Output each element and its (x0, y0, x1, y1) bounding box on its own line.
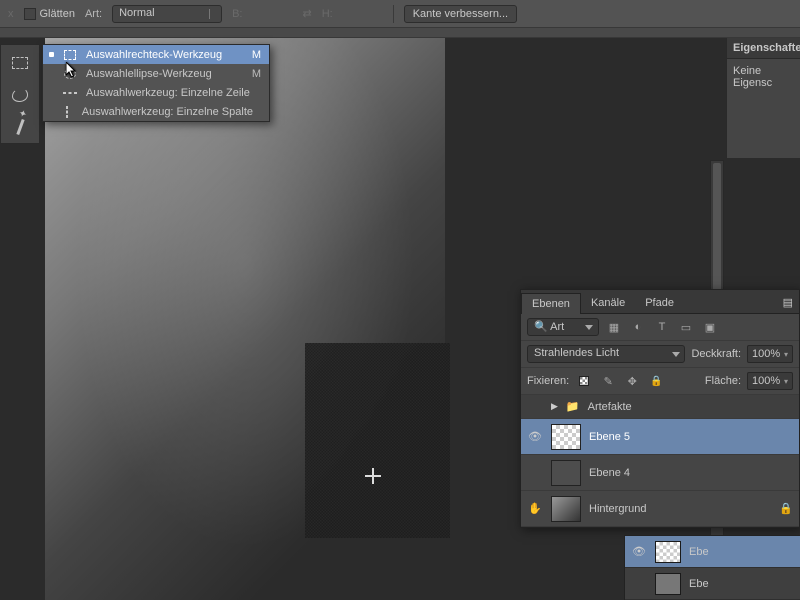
active-dot-icon (49, 52, 54, 57)
height-label: H: (322, 8, 333, 20)
layer-name: Artefakte (588, 401, 632, 413)
flyout-item[interactable]: Auswahlwerkzeug: Einzelne Zeile (43, 83, 269, 102)
tool-icon (62, 50, 78, 60)
layer-thumbnail (655, 541, 681, 563)
layer-thumbnail[interactable] (551, 424, 581, 450)
properties-tab[interactable]: Eigenschaften (727, 38, 800, 59)
layers-filter-row: 🔍 Art ▦ ◐ T ▭ ▣ (521, 314, 799, 341)
lock-all-icon[interactable] (647, 373, 665, 389)
layer-row[interactable]: Ebene 4 (521, 455, 799, 491)
flyout-item[interactable]: Auswahlwerkzeug: Einzelne Spalte (43, 102, 269, 121)
swap-icon: ⇄ (303, 7, 312, 20)
separator (393, 5, 394, 23)
lock-transparency-icon[interactable] (575, 373, 593, 389)
layer-name: Ebe (689, 578, 709, 590)
crosshair-cursor-icon (365, 468, 381, 484)
tab-paths[interactable]: Pfade (635, 293, 684, 313)
style-value: Normal (119, 7, 154, 19)
flyout-item-label: Auswahlwerkzeug: Einzelne Zeile (86, 87, 253, 99)
tab-bar (0, 28, 800, 38)
layer-row[interactable]: 👁 Ebene 5 (521, 419, 799, 455)
collapsed-layer-row[interactable]: 👁 Ebe (625, 536, 800, 568)
filter-pixel-icon[interactable]: ▦ (605, 319, 623, 335)
disclosure-icon[interactable]: ▶ (551, 401, 558, 412)
selection-noise-region (305, 343, 450, 538)
visibility-toggle[interactable] (631, 576, 647, 592)
visibility-toggle[interactable] (527, 465, 543, 481)
filter-smart-icon[interactable]: ▣ (701, 319, 719, 335)
refine-edge-button[interactable]: Kante verbessern... (404, 5, 517, 23)
blend-mode-dropdown[interactable]: Strahlendes Licht (527, 345, 685, 363)
layers-panel: Ebenen Kanäle Pfade ▤ 🔍 Art ▦ ◐ T ▭ ▣ St… (520, 289, 800, 528)
layer-thumbnail[interactable] (551, 460, 581, 486)
lock-icon: 🔒 (779, 502, 793, 515)
width-label: B: (232, 8, 242, 20)
properties-body: Keine Eigensc (727, 59, 800, 95)
flyout-item-label: Auswahlwerkzeug: Einzelne Spalte (82, 106, 253, 118)
panel-menu-icon[interactable]: ▤ (777, 292, 799, 313)
filter-shape-icon[interactable]: ▭ (677, 319, 695, 335)
style-label: Art: (85, 8, 102, 20)
layer-thumbnail (655, 573, 681, 595)
refine-edge-label: Kante verbessern... (413, 8, 508, 20)
lock-label: Fixieren: (527, 375, 569, 387)
tool-preset-label: x (8, 8, 14, 20)
wand-tool-button[interactable] (8, 115, 32, 139)
layer-filter-dropdown[interactable]: 🔍 Art (527, 318, 599, 336)
folder-icon: 📁 (566, 400, 580, 413)
tool-strip (0, 44, 40, 144)
layers-panel-tabs: Ebenen Kanäle Pfade ▤ (521, 290, 799, 314)
flyout-item-label: Auswahlellipse-Werkzeug (86, 68, 244, 80)
properties-panel: Eigenschaften Keine Eigensc (726, 38, 800, 158)
filter-adjust-icon[interactable]: ◐ (629, 319, 647, 335)
visibility-toggle[interactable]: ✋ (527, 501, 543, 517)
tab-layers[interactable]: Ebenen (521, 293, 581, 314)
opacity-field[interactable]: 100% (747, 345, 793, 363)
tool-icon (61, 106, 74, 118)
layer-list: ▶ 📁 Artefakte👁 Ebene 5 Ebene 4✋ Hintergr… (521, 395, 799, 527)
layer-name: Hintergrund (589, 503, 646, 515)
filter-type-icon[interactable]: T (653, 319, 671, 335)
style-dropdown[interactable]: Normal (112, 5, 222, 23)
layer-row[interactable]: ✋ Hintergrund 🔒 (521, 491, 799, 527)
tab-channels[interactable]: Kanäle (581, 293, 635, 313)
collapsed-layer-row[interactable]: Ebe (625, 568, 800, 600)
visibility-toggle[interactable] (527, 399, 543, 415)
scrollbar-thumb[interactable] (713, 163, 721, 303)
marquee-icon (12, 57, 28, 69)
lock-fill-row: Fixieren: Fläche: 100% (521, 368, 799, 395)
antialias-checkbox[interactable]: Glätten (24, 8, 75, 20)
fill-label: Fläche: (705, 375, 741, 387)
layer-thumbnail[interactable] (551, 496, 581, 522)
tool-icon (62, 92, 78, 94)
marquee-tool-button[interactable] (8, 51, 32, 75)
antialias-label: Glätten (40, 8, 75, 20)
layer-name: Ebene 5 (589, 431, 630, 443)
visibility-toggle[interactable]: 👁 (631, 544, 647, 560)
blend-opacity-row: Strahlendes Licht Deckkraft: 100% (521, 341, 799, 368)
document-canvas[interactable] (45, 38, 445, 600)
marquee-tool-flyout: Auswahlrechteck-Werkzeug M Auswahlellips… (42, 44, 270, 122)
lock-position-icon[interactable] (623, 373, 641, 389)
layer-name: Ebene 4 (589, 467, 630, 479)
mouse-cursor-icon (66, 62, 78, 78)
fill-field[interactable]: 100% (747, 372, 793, 390)
lock-pixels-icon[interactable] (599, 373, 617, 389)
wand-icon (16, 119, 24, 135)
right-collapsed-panel: 👁 Ebe Ebe (624, 535, 800, 600)
lasso-tool-button[interactable] (8, 83, 32, 107)
visibility-toggle[interactable]: 👁 (527, 429, 543, 445)
checkbox-icon (24, 8, 36, 20)
flyout-item-shortcut: M (252, 68, 261, 80)
layer-name: Ebe (689, 546, 709, 558)
flyout-item-shortcut: M (252, 49, 261, 61)
layer-group-row[interactable]: ▶ 📁 Artefakte (521, 395, 799, 419)
flyout-item-label: Auswahlrechteck-Werkzeug (86, 49, 244, 61)
lasso-icon (12, 88, 28, 102)
options-bar: x Glätten Art: Normal B: ⇄ H: Kante verb… (0, 0, 800, 28)
opacity-label: Deckkraft: (691, 348, 741, 360)
